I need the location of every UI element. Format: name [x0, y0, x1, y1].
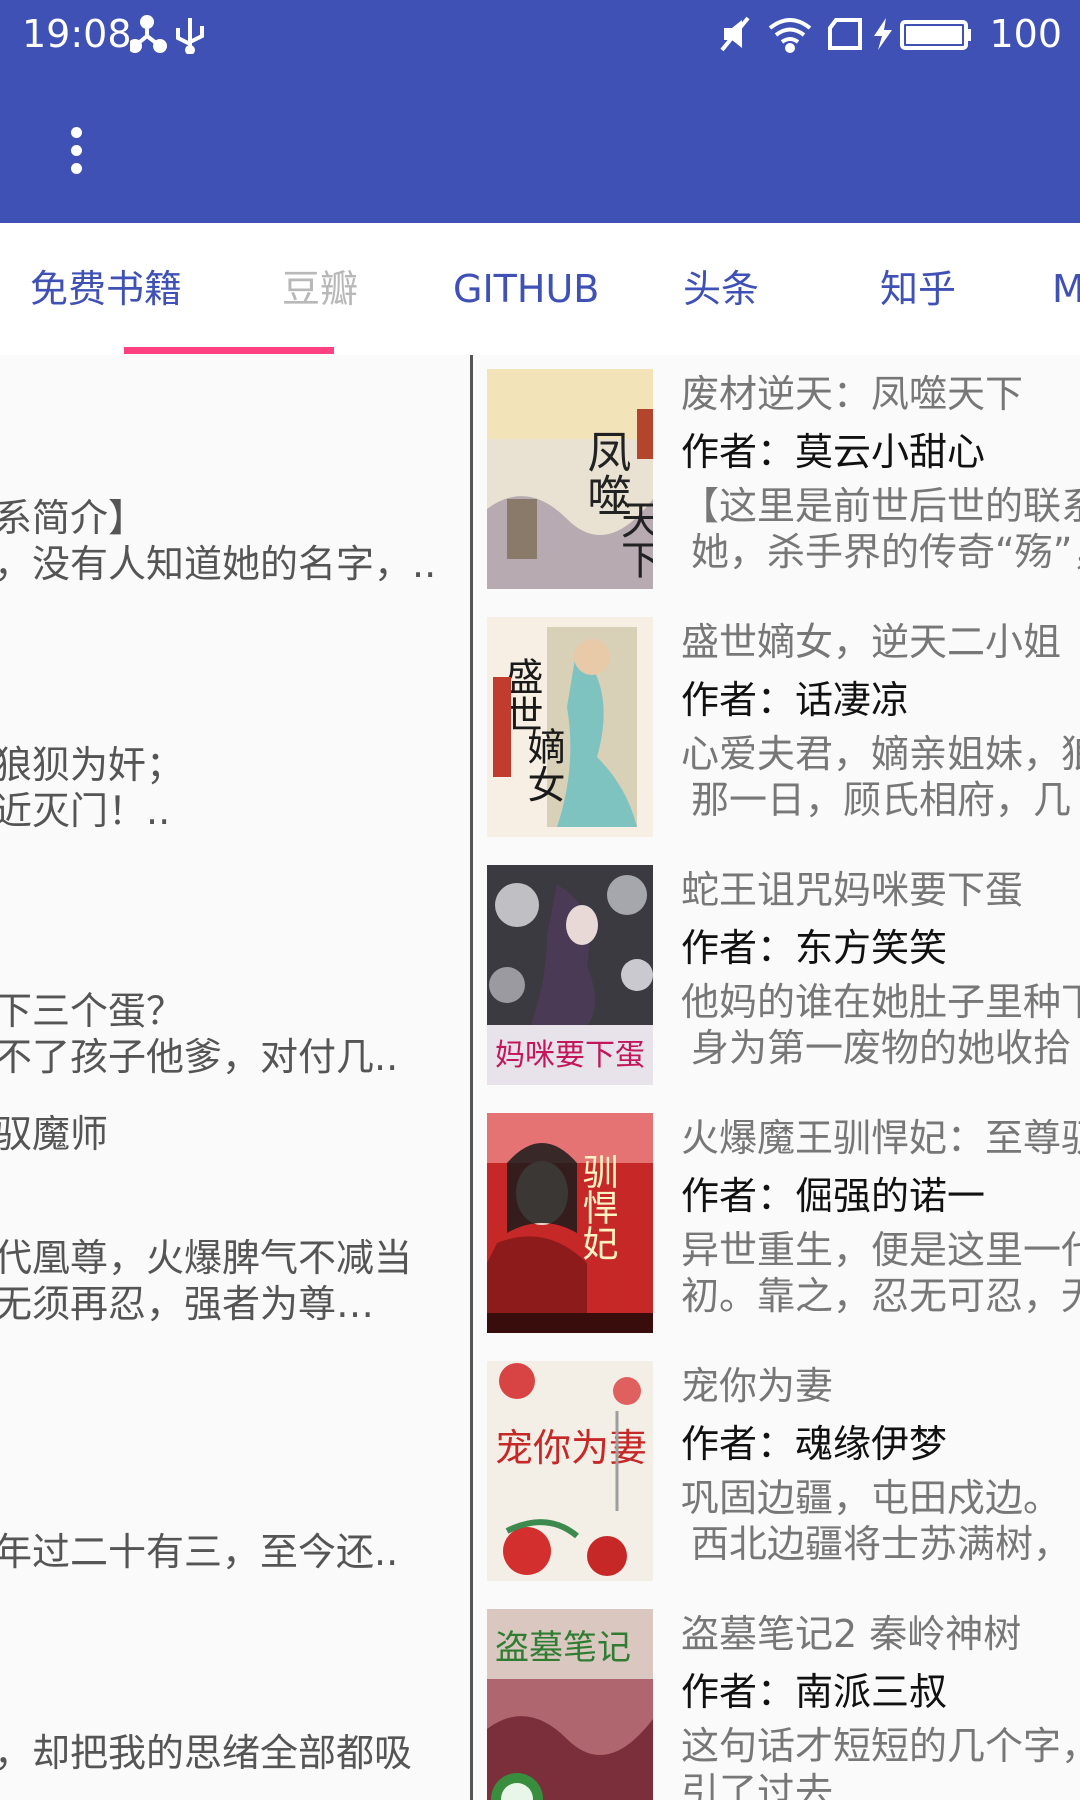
book-description: 这句话才短短的几个字， [681, 1724, 1080, 1768]
book-author: 作者：话凄凉 [681, 678, 910, 722]
book-cover: 盛世 嫡女 [487, 617, 653, 837]
tab-more[interactable]: M [1052, 223, 1080, 355]
more-vert-icon[interactable] [46, 120, 106, 180]
book-list-item[interactable]: 凤噬 天下 废材逆天：凤噬天下 作者：莫云小甜心 【这里是前世后世的联系 她，杀… [473, 355, 1080, 603]
book-title: 火爆魔王驯悍妃：至尊驭 [681, 1116, 1080, 1160]
left-list-text: 狼狈为奸； [0, 743, 185, 787]
svg-text:驯悍妃: 驯悍妃 [577, 1153, 618, 1261]
status-bar: 19:08 100 [0, 0, 1080, 68]
book-author: 作者：倔强的诺一 [681, 1174, 986, 1218]
mute-icon [720, 16, 750, 52]
book-title: 废材逆天：凤噬天下 [681, 372, 1024, 416]
book-title: 盛世嫡女，逆天二小姐 [681, 620, 1062, 664]
book-description: 身为第一废物的她收拾 [691, 1026, 1072, 1070]
book-description: 异世重生，便是这里一代 [681, 1228, 1080, 1272]
left-list-text: ，没有人知道她的名字，.. [0, 542, 437, 586]
book-list: 凤噬 天下 废材逆天：凤噬天下 作者：莫云小甜心 【这里是前世后世的联系 她，杀… [473, 355, 1080, 1800]
book-description: 她，杀手界的传奇“殇”， [691, 530, 1080, 574]
usb-icon [176, 18, 204, 55]
book-list-item[interactable]: 宠你为妻 宠你为妻 作者：魂缘伊梦 巩固边疆，屯田戍边。 西北边疆将士苏满树， [473, 1347, 1080, 1595]
book-title: 盗墓笔记2 秦岭神树 [681, 1612, 1022, 1656]
tab-bar: 免费书籍 豆瓣 GITHUB 头条 知乎 M [0, 223, 1080, 355]
left-list-text: 年过二十有三，至今还.. [0, 1530, 399, 1574]
svg-text:宠你为妻: 宠你为妻 [495, 1426, 647, 1470]
book-title: 蛇王诅咒妈咪要下蛋 [681, 868, 1024, 912]
charging-icon [874, 18, 892, 50]
tab-toutiao[interactable]: 头条 [683, 223, 759, 355]
book-cover: 盗墓笔记 [487, 1609, 653, 1800]
tab-douban[interactable]: 豆瓣 [282, 223, 358, 355]
status-time: 19:08 [22, 12, 132, 56]
left-list-text: ，却把我的思绪全部都吸 [0, 1731, 413, 1775]
book-description: 他妈的谁在她肚子里种下 [681, 980, 1080, 1024]
left-list-text: 代凰尊，火爆脾气不减当 [0, 1236, 413, 1280]
tab-indicator [124, 347, 334, 354]
svg-text:天下: 天下 [614, 499, 653, 579]
left-list-text: 下三个蛋？ [0, 989, 185, 1033]
svg-text:盗墓笔记: 盗墓笔记 [495, 1628, 631, 1668]
book-title: 宠你为妻 [681, 1364, 834, 1408]
book-description: 初。靠之，忍无可忍，无 [681, 1274, 1080, 1318]
book-list-item[interactable]: 驯悍妃 火爆魔王驯悍妃：至尊驭 作者：倔强的诺一 异世重生，便是这里一代 初。靠… [473, 1099, 1080, 1347]
book-cover: 凤噬 天下 [487, 369, 653, 589]
left-list-text: 驭魔师 [0, 1112, 109, 1156]
status-icons-left [128, 14, 240, 58]
status-icons-right [720, 14, 990, 58]
svg-text:妈咪要下蛋: 妈咪要下蛋 [495, 1038, 645, 1073]
book-cover: 宠你为妻 [487, 1361, 653, 1581]
content-area: 系简介】 ，没有人知道她的名字，.. 狼狈为奸； 近灭门！.. 下三个蛋？ 不了… [0, 355, 1080, 1800]
book-list-item[interactable]: 盛世 嫡女 盛世嫡女，逆天二小姐 作者：话凄凉 心爱夫君，嫡亲姐妹，狼 那一日，… [473, 603, 1080, 851]
left-list-text: 不了孩子他爹，对付几.. [0, 1035, 399, 1079]
book-description: 那一日，顾氏相府，几 [691, 778, 1072, 822]
book-list-item[interactable]: 妈咪要下蛋 蛇王诅咒妈咪要下蛋 作者：东方笑笑 他妈的谁在她肚子里种下 身为第一… [473, 851, 1080, 1099]
app-bar [0, 68, 1080, 223]
book-author: 作者：魂缘伊梦 [681, 1422, 948, 1466]
wifi-icon [768, 18, 812, 53]
left-list-text: 近灭门！.. [0, 789, 171, 833]
battery-icon [900, 20, 971, 50]
book-cover: 驯悍妃 [487, 1113, 653, 1333]
screen-cast-icon [828, 18, 862, 50]
book-cover: 妈咪要下蛋 [487, 865, 653, 1085]
book-description: 西北边疆将士苏满树， [691, 1522, 1072, 1566]
book-description: 引了过去 [681, 1770, 834, 1800]
tab-github[interactable]: GITHUB [453, 223, 599, 355]
svg-text:嫡女: 嫡女 [521, 727, 565, 803]
book-description: 巩固边疆，屯田戍边。 [681, 1476, 1062, 1520]
left-list-text: 无须再忍，强者为尊… [0, 1282, 375, 1326]
battery-level: 100 [989, 12, 1062, 56]
left-pane[interactable]: 系简介】 ，没有人知道她的名字，.. 狼狈为奸； 近灭门！.. 下三个蛋？ 不了… [0, 355, 470, 1800]
left-list-text: 系简介】 [0, 496, 147, 540]
book-description: 【这里是前世后世的联系 [681, 484, 1080, 528]
book-author: 作者：东方笑笑 [681, 926, 948, 970]
book-list-item[interactable]: 盗墓笔记 盗墓笔记2 秦岭神树 作者：南派三叔 这句话才短短的几个字， 引了过去 [473, 1595, 1080, 1800]
book-author: 作者：莫云小甜心 [681, 430, 986, 474]
tab-zhihu[interactable]: 知乎 [880, 223, 956, 355]
book-author: 作者：南派三叔 [681, 1670, 948, 1714]
network-share-icon [128, 15, 167, 53]
book-description: 心爱夫君，嫡亲姐妹，狼 [681, 732, 1080, 776]
tab-free-books[interactable]: 免费书籍 [30, 223, 182, 355]
